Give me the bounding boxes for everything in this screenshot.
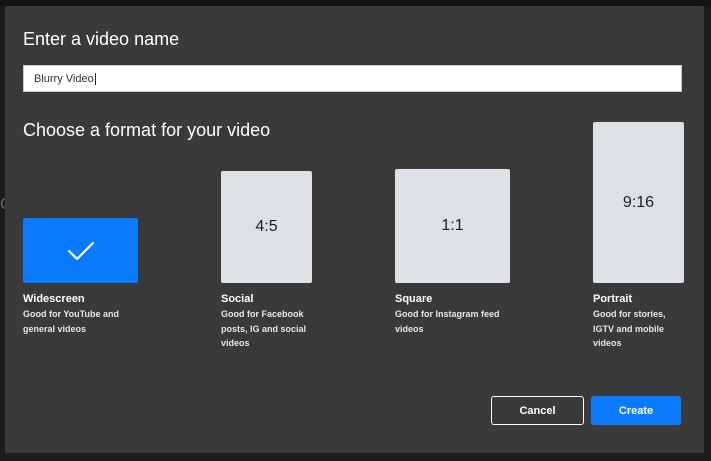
format-label-square: Square — [395, 293, 433, 305]
format-label-social: Social — [221, 293, 254, 305]
format-thumb-social[interactable]: 4:5 — [221, 171, 312, 283]
format-option-widescreen[interactable]: Widescreen Good for YouTube and general … — [23, 218, 138, 353]
video-name-value: Blurry Video — [34, 72, 94, 85]
text-caret — [94, 72, 96, 85]
cancel-button[interactable]: Cancel — [491, 396, 584, 425]
format-option-square[interactable]: 1:1 Square Good for Instagram feed video… — [395, 169, 515, 339]
format-desc-widescreen: Good for YouTube and general videos — [23, 309, 119, 334]
video-name-input[interactable]: Blurry Video — [23, 65, 682, 92]
format-thumb-square[interactable]: 1:1 — [395, 169, 510, 283]
format-desc-social: Good for Facebook posts, IG and social v… — [221, 309, 307, 348]
format-desc-portrait: Good for stories, IGTV and mobile videos — [593, 309, 666, 348]
checkmark-icon — [67, 241, 94, 260]
format-thumb-widescreen[interactable] — [23, 218, 138, 283]
format-ratio-social: 4:5 — [255, 218, 278, 235]
format-label-widescreen: Widescreen — [23, 293, 85, 305]
dialog-title: Enter a video name — [23, 29, 180, 49]
format-heading: Choose a format for your video — [23, 120, 271, 140]
format-ratio-square: 1:1 — [441, 217, 464, 234]
create-video-dialog: Enter a video name Blurry Video Choose a… — [5, 6, 704, 453]
format-label-portrait: Portrait — [593, 293, 633, 305]
format-desc-square: Good for Instagram feed videos — [395, 309, 500, 334]
format-option-portrait[interactable]: 9:16 Portrait Good for stories, IGTV and… — [593, 122, 688, 357]
format-thumb-portrait[interactable]: 9:16 — [593, 122, 684, 283]
create-button[interactable]: Create — [591, 396, 681, 425]
format-option-social[interactable]: 4:5 Social Good for Facebook posts, IG a… — [221, 171, 336, 356]
format-ratio-portrait: 9:16 — [622, 193, 655, 211]
